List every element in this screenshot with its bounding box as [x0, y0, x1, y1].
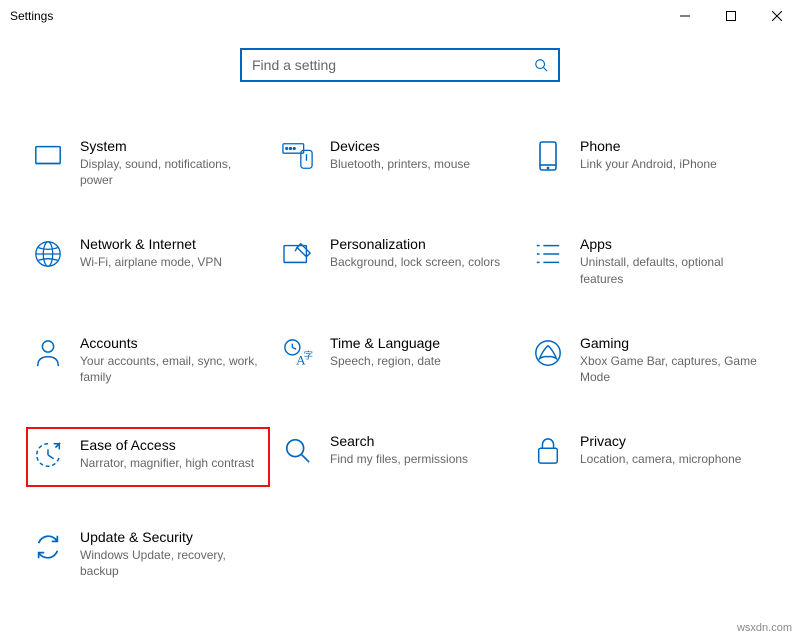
update-icon: [30, 529, 66, 565]
tile-title: Accounts: [80, 335, 258, 351]
tile-desc: Xbox Game Bar, captures, Game Mode: [580, 353, 758, 385]
tile-desc: Wi-Fi, airplane mode, VPN: [80, 254, 258, 270]
personalization-icon: [280, 236, 316, 272]
watermark: wsxdn.com: [737, 622, 792, 634]
search-tile-icon: [280, 433, 316, 469]
search-box[interactable]: [240, 48, 560, 82]
tile-title: Phone: [580, 138, 758, 154]
close-button[interactable]: [754, 0, 800, 32]
tile-phone[interactable]: Phone Link your Android, iPhone: [530, 132, 770, 194]
tile-devices[interactable]: Devices Bluetooth, printers, mouse: [280, 132, 520, 194]
tile-ease-of-access[interactable]: Ease of Access Narrator, magnifier, high…: [26, 427, 270, 487]
tile-gaming[interactable]: Gaming Xbox Game Bar, captures, Game Mod…: [530, 329, 770, 391]
tile-desc: Uninstall, defaults, optional features: [580, 254, 758, 286]
tile-desc: Narrator, magnifier, high contrast: [80, 455, 256, 471]
apps-icon: [530, 236, 566, 272]
search-icon: [534, 58, 548, 72]
svg-text:字: 字: [304, 349, 313, 361]
tile-desc: Find my files, permissions: [330, 451, 508, 467]
globe-icon: [30, 236, 66, 272]
tile-desc: Bluetooth, printers, mouse: [330, 156, 508, 172]
tile-title: Personalization: [330, 236, 508, 252]
tile-desc: Display, sound, notifications, power: [80, 156, 258, 188]
tile-title: Apps: [580, 236, 758, 252]
tile-title: Network & Internet: [80, 236, 258, 252]
privacy-icon: [530, 433, 566, 469]
tile-desc: Your accounts, email, sync, work, family: [80, 353, 258, 385]
search-input[interactable]: [252, 57, 534, 73]
window-controls: [662, 0, 800, 32]
tile-title: System: [80, 138, 258, 154]
time-language-icon: A字: [280, 335, 316, 371]
tile-desc: Background, lock screen, colors: [330, 254, 508, 270]
minimize-button[interactable]: [662, 0, 708, 32]
gaming-icon: [530, 335, 566, 371]
settings-grid: System Display, sound, notifications, po…: [0, 132, 800, 586]
accounts-icon: [30, 335, 66, 371]
tile-search[interactable]: Search Find my files, permissions: [280, 427, 520, 487]
tile-system[interactable]: System Display, sound, notifications, po…: [30, 132, 270, 194]
tile-title: Privacy: [580, 433, 758, 449]
tile-title: Update & Security: [80, 529, 258, 545]
phone-icon: [530, 138, 566, 174]
tile-personalization[interactable]: Personalization Background, lock screen,…: [280, 230, 520, 292]
tile-time[interactable]: A字 Time & Language Speech, region, date: [280, 329, 520, 391]
tile-title: Time & Language: [330, 335, 508, 351]
tile-title: Devices: [330, 138, 508, 154]
system-icon: [30, 138, 66, 174]
ease-of-access-icon: [30, 437, 66, 473]
tile-update[interactable]: Update & Security Windows Update, recove…: [30, 523, 270, 585]
tile-desc: Windows Update, recovery, backup: [80, 547, 258, 579]
tile-apps[interactable]: Apps Uninstall, defaults, optional featu…: [530, 230, 770, 292]
devices-icon: [280, 138, 316, 174]
tile-desc: Link your Android, iPhone: [580, 156, 758, 172]
search-container: [0, 48, 800, 82]
tile-privacy[interactable]: Privacy Location, camera, microphone: [530, 427, 770, 487]
tile-desc: Location, camera, microphone: [580, 451, 758, 467]
tile-network[interactable]: Network & Internet Wi-Fi, airplane mode,…: [30, 230, 270, 292]
maximize-button[interactable]: [708, 0, 754, 32]
tile-title: Search: [330, 433, 508, 449]
window-title: Settings: [10, 9, 53, 23]
tile-desc: Speech, region, date: [330, 353, 508, 369]
tile-title: Ease of Access: [80, 437, 256, 453]
tile-accounts[interactable]: Accounts Your accounts, email, sync, wor…: [30, 329, 270, 391]
tile-title: Gaming: [580, 335, 758, 351]
